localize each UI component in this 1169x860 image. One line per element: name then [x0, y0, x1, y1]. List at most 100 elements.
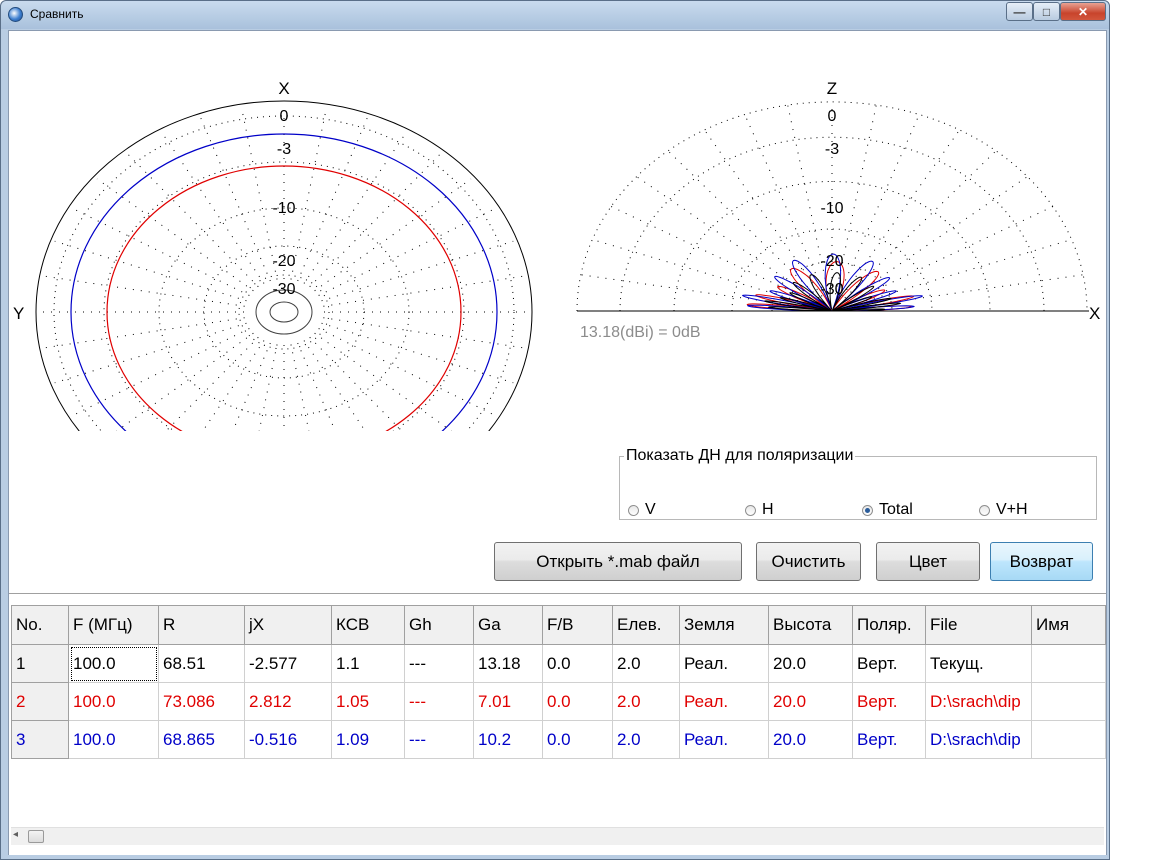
- color-button[interactable]: Цвет: [876, 542, 980, 581]
- cell-elevation[interactable]: 2.0: [612, 644, 680, 683]
- cell-frequency[interactable]: 100.0: [68, 720, 159, 759]
- cell-polarization[interactable]: Верт.: [852, 682, 926, 721]
- title-bar[interactable]: Сравнить — □ ✕: [1, 1, 1109, 29]
- elevation-grid-spoke: [610, 206, 815, 303]
- header-frequency[interactable]: F (МГц): [68, 605, 159, 645]
- client-area: X Y 0 -3 -10 -20 -30 Z X 0 -3 -10 -20 -3…: [8, 30, 1107, 855]
- elevation-axis-z: Z: [827, 79, 837, 98]
- cell-fb[interactable]: 0.0: [542, 644, 613, 683]
- cell-ground[interactable]: Реал.: [679, 682, 769, 721]
- cell-r[interactable]: 73.086: [158, 682, 245, 721]
- azimuth-ring-label-3: -3: [277, 141, 291, 158]
- header-height[interactable]: Высота: [768, 605, 853, 645]
- cell-polarization[interactable]: Верт.: [852, 644, 926, 683]
- cell-gh[interactable]: ---: [404, 644, 474, 683]
- cell-elevation[interactable]: 2.0: [612, 720, 680, 759]
- cell-file[interactable]: D:\srach\dip: [925, 682, 1032, 721]
- cell-ground[interactable]: Реал.: [679, 644, 769, 683]
- header-polarization[interactable]: Поляр.: [852, 605, 926, 645]
- cell-swr[interactable]: 1.05: [331, 682, 405, 721]
- table-row[interactable]: 1 100.0 68.51 -2.577 1.1 --- 13.18 0.0 2…: [11, 644, 1106, 683]
- maximize-button[interactable]: □: [1033, 2, 1060, 21]
- cell-file[interactable]: Текущ.: [925, 644, 1032, 683]
- elevation-plot: Z X 0 -3 -10 -20 -30: [576, 79, 1100, 323]
- header-file[interactable]: File: [925, 605, 1032, 645]
- radio-h[interactable]: H: [745, 501, 774, 519]
- cell-name[interactable]: [1031, 720, 1106, 759]
- row-number[interactable]: 3: [11, 720, 69, 759]
- header-gh[interactable]: Gh: [404, 605, 474, 645]
- cell-gh[interactable]: ---: [404, 720, 474, 759]
- radiation-pattern-canvas: X Y 0 -3 -10 -20 -30 Z X 0 -3 -10 -20 -3…: [13, 79, 1100, 431]
- table-row[interactable]: 2 100.0 73.086 2.812 1.05 --- 7.01 0.0 2…: [11, 682, 1106, 721]
- header-swr[interactable]: КСВ: [331, 605, 405, 645]
- azimuth-ring-label-20: -20: [272, 253, 295, 270]
- cell-ga[interactable]: 13.18: [473, 644, 543, 683]
- elevation-grid-spoke: [849, 206, 1054, 303]
- cell-height[interactable]: 20.0: [768, 682, 853, 721]
- header-jx[interactable]: jX: [244, 605, 332, 645]
- row-number[interactable]: 1: [11, 644, 69, 683]
- header-elevation[interactable]: Елев.: [612, 605, 680, 645]
- cell-name[interactable]: [1031, 682, 1106, 721]
- elevation-axis-x: X: [1089, 304, 1100, 323]
- radio-h-label: H: [762, 501, 774, 518]
- azimuth-axis-y: Y: [13, 304, 24, 323]
- azimuth-grid-spoke: [200, 117, 271, 282]
- horizontal-scrollbar[interactable]: ◂: [11, 827, 1104, 845]
- radio-v-plus-h-dot[interactable]: [979, 504, 990, 516]
- azimuth-grid-spoke: [321, 240, 514, 302]
- cell-r[interactable]: 68.865: [158, 720, 245, 759]
- cell-polarization[interactable]: Верт.: [852, 720, 926, 759]
- cell-frequency[interactable]: 100.0: [68, 682, 159, 721]
- cell-jx[interactable]: -2.577: [244, 644, 332, 683]
- cell-swr[interactable]: 1.1: [331, 644, 405, 683]
- back-button[interactable]: Возврат: [990, 542, 1093, 581]
- azimuth-ring-label-0: 0: [280, 108, 289, 125]
- clear-button[interactable]: Очистить: [756, 542, 861, 581]
- radio-v-plus-h[interactable]: V+H: [979, 501, 1028, 519]
- azimuth-grid-spoke: [303, 132, 407, 284]
- header-no[interactable]: No.: [11, 605, 69, 645]
- cell-height[interactable]: 20.0: [768, 720, 853, 759]
- radio-total-dot[interactable]: [862, 504, 873, 516]
- scroll-left-arrow-icon[interactable]: ◂: [13, 829, 18, 840]
- cell-ga[interactable]: 7.01: [473, 682, 543, 721]
- radio-total[interactable]: Total: [862, 501, 913, 519]
- header-name[interactable]: Имя: [1031, 605, 1106, 645]
- minimize-button[interactable]: —: [1006, 2, 1033, 21]
- header-r[interactable]: R: [158, 605, 245, 645]
- cell-file[interactable]: D:\srach\dip: [925, 720, 1032, 759]
- cell-ga[interactable]: 10.2: [473, 720, 543, 759]
- scrollbar-thumb[interactable]: [28, 830, 44, 843]
- azimuth-grid-spoke: [161, 132, 265, 284]
- azimuth-center-ring: [269, 301, 299, 323]
- header-ga[interactable]: Ga: [473, 605, 543, 645]
- cell-name[interactable]: [1031, 644, 1106, 683]
- cell-swr[interactable]: 1.09: [331, 720, 405, 759]
- radio-v-plus-h-label: V+H: [996, 501, 1028, 518]
- row-number[interactable]: 2: [11, 682, 69, 721]
- radio-h-dot[interactable]: [745, 504, 756, 516]
- cell-gh[interactable]: ---: [404, 682, 474, 721]
- cell-elevation[interactable]: 2.0: [612, 682, 680, 721]
- cell-jx[interactable]: 2.812: [244, 682, 332, 721]
- open-mab-file-button[interactable]: Открыть *.mab файл: [494, 542, 742, 581]
- cell-ground[interactable]: Реал.: [679, 720, 769, 759]
- radio-v-dot[interactable]: [628, 504, 639, 516]
- table-header-row: No. F (МГц) R jX КСВ Gh Ga F/B Елев. Зем…: [11, 605, 1106, 645]
- cell-fb[interactable]: 0.0: [542, 682, 613, 721]
- table-row[interactable]: 3 100.0 68.865 -0.516 1.09 --- 10.2 0.0 …: [11, 720, 1106, 759]
- radio-v[interactable]: V: [628, 501, 656, 519]
- cell-r[interactable]: 68.51: [158, 644, 245, 683]
- cell-jx[interactable]: -0.516: [244, 720, 332, 759]
- elevation-grid-ring: [731, 228, 933, 312]
- plots-panel: X Y 0 -3 -10 -20 -30 Z X 0 -3 -10 -20 -3…: [9, 31, 1106, 593]
- header-ground[interactable]: Земля: [679, 605, 769, 645]
- app-icon[interactable]: [8, 7, 23, 22]
- cell-frequency[interactable]: 100.0: [68, 644, 159, 683]
- cell-fb[interactable]: 0.0: [542, 720, 613, 759]
- close-button[interactable]: ✕: [1060, 2, 1106, 21]
- header-fb[interactable]: F/B: [542, 605, 613, 645]
- cell-height[interactable]: 20.0: [768, 644, 853, 683]
